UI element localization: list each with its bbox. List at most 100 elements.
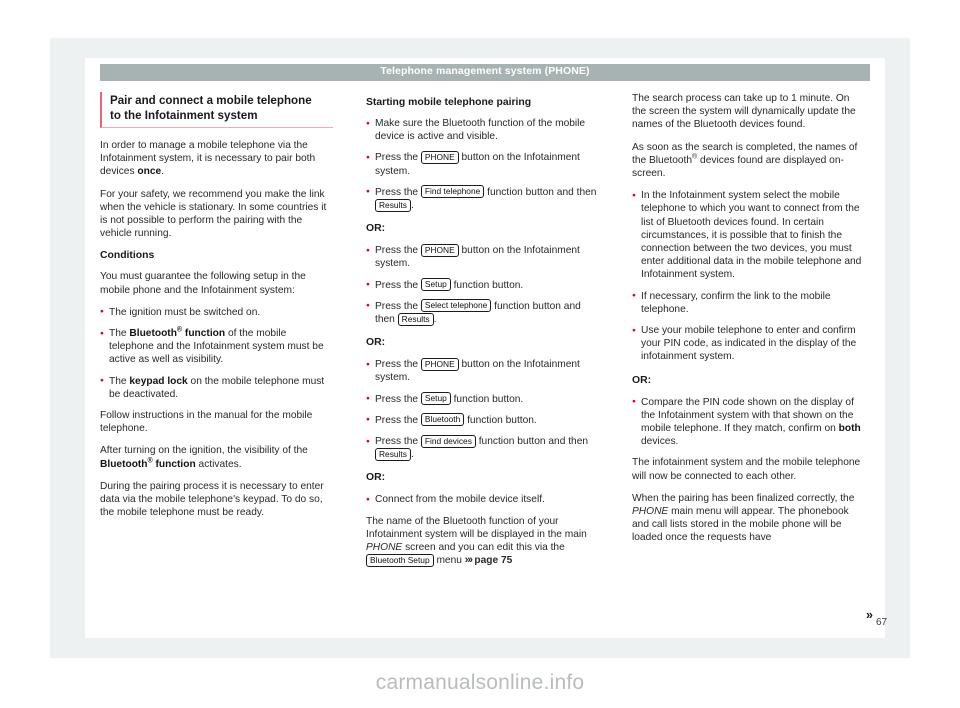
- bullet-ignition-text: The ignition must be switched on.: [109, 306, 261, 318]
- key-bluetooth-button[interactable]: Bluetooth: [420, 413, 465, 427]
- or-label: OR:: [366, 337, 386, 349]
- key-phone-button[interactable]: PHONE: [420, 243, 459, 257]
- paragraph-connected: The infotainment system and the mobile t…: [632, 457, 861, 482]
- cross-reference-link[interactable]: »› page 75: [464, 554, 513, 567]
- step-confirm-link-text: If necessary, confirm the link to the mo…: [641, 290, 831, 315]
- paragraph-intro: In order to manage a mobile telephone vi…: [100, 139, 333, 179]
- or-label: OR:: [366, 472, 386, 484]
- step-text: .: [433, 314, 437, 326]
- list-item: Make sure the Bluetooth function of the …: [366, 116, 599, 143]
- step-enter-pin-text: Use your mobile telephone to enter and c…: [641, 325, 857, 363]
- page-root: Telephone management system (PHONE) Pair…: [0, 0, 960, 708]
- section-heading-line-1: Pair and connect a mobile telephone: [110, 94, 312, 107]
- visibility-bold: Bluetooth: [100, 458, 148, 470]
- conditions-heading: Conditions: [100, 250, 155, 262]
- column-right: The search process can take up to 1 minu…: [632, 92, 873, 622]
- column-middle: Starting mobile telephone pairing Make s…: [366, 92, 599, 622]
- key-select-telephone-button[interactable]: Select telephone: [420, 299, 492, 313]
- bullet-keypad-bold: keypad lock: [129, 375, 188, 387]
- key-results-button[interactable]: Results: [397, 312, 434, 326]
- content-columns: Pair and connect a mobile telephone to t…: [100, 92, 873, 622]
- cross-reference-label: page 75: [474, 555, 513, 567]
- paragraph-search-process: The search process can take up to 1 minu…: [632, 93, 856, 131]
- bt-name-text-a: The name of the Bluetooth function of yo…: [366, 515, 587, 540]
- bullet-bt-bold2: function: [182, 328, 226, 340]
- visibility-text-b: activates.: [195, 458, 242, 470]
- key-setup-button[interactable]: Setup: [420, 278, 451, 292]
- step-text: function button.: [464, 414, 537, 426]
- running-head-bar: Telephone management system (PHONE): [100, 64, 870, 81]
- step-text: Press the: [375, 414, 421, 426]
- starting-pairing-heading: Starting mobile telephone pairing: [366, 97, 532, 108]
- section-heading-line-2: to the Infotainment system: [110, 109, 258, 122]
- key-bluetooth-setup-button[interactable]: Bluetooth Setup: [366, 553, 434, 567]
- step-text: Press the: [375, 279, 421, 291]
- list-item: Press the Find devices function button a…: [366, 435, 599, 461]
- page-title: Telephone management system (PHONE): [380, 65, 590, 77]
- list-item: In the Infotainment system select the mo…: [632, 189, 865, 281]
- step-compare-pin-text-b: devices.: [641, 436, 679, 448]
- site-watermark: carmanualsonline.info: [375, 671, 585, 694]
- list-item: Press the Setup function button.: [366, 392, 599, 406]
- step-text: Press the: [375, 186, 421, 198]
- step-compare-pin-text-a: Compare the PIN code shown on the displa…: [641, 396, 854, 435]
- step-text: function button and then: [475, 436, 589, 448]
- list-item: Press the Find telephone function button…: [366, 185, 599, 212]
- key-find-telephone-button[interactable]: Find telephone: [420, 185, 485, 199]
- finalized-text-a: When the pairing has been finalized corr…: [632, 492, 855, 504]
- step-connect-mobile-text: Connect from the mobile device itself.: [375, 494, 545, 506]
- paragraph-follow-instructions: Follow instructions in the manual for th…: [100, 410, 313, 435]
- bullet-bt-bold: Bluetooth: [129, 328, 177, 340]
- step-text: Press the: [375, 300, 421, 312]
- step-text: .: [410, 449, 414, 461]
- continuation-arrow-icon: »: [866, 608, 873, 622]
- paragraph-bluetooth-name: The name of the Bluetooth function of yo…: [366, 515, 599, 568]
- list-item: Connect from the mobile device itself.: [366, 493, 599, 507]
- visibility-text-a: After turning on the ignition, the visib…: [100, 445, 308, 457]
- list-item: Press the Bluetooth function button.: [366, 413, 599, 427]
- paragraph-pairing-data: During the pairing process it is necessa…: [100, 480, 324, 519]
- key-find-devices-button[interactable]: Find devices: [420, 434, 476, 448]
- phone-screen-italic: PHONE: [366, 542, 403, 554]
- list-item: Use your mobile telephone to enter and c…: [632, 324, 865, 364]
- step-text: Press the: [375, 152, 421, 164]
- column-left: Pair and connect a mobile telephone to t…: [100, 92, 333, 622]
- step-text: Press the: [375, 436, 421, 448]
- list-item: Press the PHONE button on the Infotainme…: [366, 244, 599, 270]
- list-item: The Bluetooth® function of the mobile te…: [100, 327, 333, 367]
- list-item: Compare the PIN code shown on the displa…: [632, 395, 865, 449]
- step-text: .: [410, 200, 414, 212]
- list-item: The keypad lock on the mobile telephone …: [100, 374, 333, 401]
- or-label: OR:: [632, 374, 652, 386]
- step-compare-pin-bold: both: [838, 423, 861, 435]
- list-item: Press the Select telephone function butt…: [366, 299, 599, 326]
- list-item: Press the PHONE button on the Infotainme…: [366, 151, 599, 177]
- bullet-keypad-text-a: The: [109, 375, 130, 387]
- step-text: function button and then: [484, 186, 597, 198]
- list-item: Press the PHONE button on the Infotainme…: [366, 358, 599, 384]
- step-text: function button.: [450, 393, 524, 405]
- page-number: 67: [876, 617, 888, 628]
- chevron-right-icon: »›: [464, 554, 473, 567]
- key-setup-button[interactable]: Setup: [420, 392, 451, 406]
- key-results-button[interactable]: Results: [375, 447, 411, 461]
- list-item: Press the Setup function button.: [366, 278, 599, 292]
- step-text: function button.: [450, 279, 524, 291]
- step-make-sure-text: Make sure the Bluetooth function of the …: [375, 118, 586, 143]
- list-item: If necessary, confirm the link to the mo…: [632, 289, 865, 316]
- intro-bold-once: once: [137, 166, 162, 178]
- key-results-button[interactable]: Results: [375, 198, 411, 212]
- key-phone-button[interactable]: PHONE: [420, 150, 459, 164]
- bt-name-text-c: menu: [433, 555, 465, 567]
- bt-name-text-b: screen and you can edit this via the: [402, 542, 565, 554]
- paragraph-setup: You must guarantee the following setup i…: [100, 271, 306, 296]
- visibility-bold2: function: [152, 458, 196, 470]
- step-select-mobile-text: In the Infotainment system select the mo…: [641, 190, 862, 281]
- paragraph-safety: For your safety, we recommend you make t…: [100, 188, 327, 240]
- bullet-bt-text-a: The: [109, 328, 130, 340]
- key-phone-button[interactable]: PHONE: [420, 357, 459, 371]
- phone-menu-italic: PHONE: [632, 506, 669, 518]
- intro-text-a: In order to manage a mobile telephone vi…: [100, 140, 316, 178]
- step-text: Press the: [375, 245, 421, 257]
- step-text: Press the: [375, 359, 421, 371]
